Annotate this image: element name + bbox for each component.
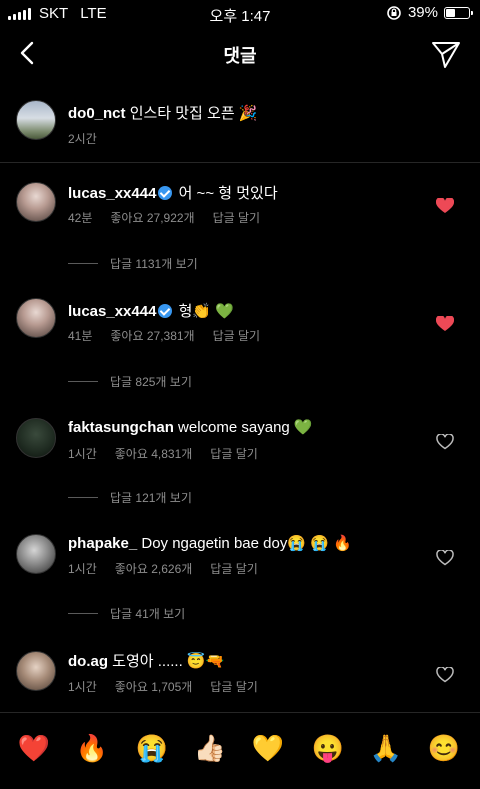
comment-item: lucas_xx444 어 ~~ 형 멋있다 42분 좋아요 27,922개 답… — [0, 162, 480, 280]
heart-filled-icon[interactable] — [436, 316, 454, 332]
status-bar: SKT LTE 오후 1:47 39% — [0, 0, 480, 28]
red-heart-emoji-button[interactable]: ❤️ — [16, 733, 52, 764]
heart-filled-icon[interactable] — [436, 198, 454, 214]
reply-button[interactable]: 답글 달기 — [210, 678, 258, 695]
comment-time: 1시간 — [68, 680, 97, 694]
reply-button[interactable]: 답글 달기 — [213, 327, 261, 344]
comment-time: 41분 — [68, 329, 93, 343]
view-replies-label[interactable]: 답글 41개 보기 — [110, 605, 185, 622]
avatar[interactable] — [16, 651, 56, 691]
caption-username[interactable]: do0_nct — [68, 105, 126, 122]
view-replies-button[interactable]: 답글 1131개 보기 — [68, 255, 198, 272]
comment-username[interactable]: faktasungchan — [68, 419, 174, 436]
avatar[interactable] — [16, 418, 56, 458]
crying-emoji-button[interactable]: 😭 — [134, 733, 170, 764]
comment-username[interactable]: phapake_ — [68, 535, 137, 552]
divider — [68, 613, 98, 614]
comment-text: Doy ngagetin bae doy😭 😭 🔥 — [141, 535, 352, 552]
caption-text: do0_nct 인스타 맛집 오픈 🎉 — [68, 102, 257, 123]
praying-hands-emoji-button[interactable]: 🙏 — [368, 733, 404, 764]
comment-text: 어 ~~ 형 멋있다 — [178, 185, 278, 202]
thumbs-up-emoji-button[interactable]: 👍🏻 — [192, 733, 228, 764]
comment-item: faktasungchan welcome sayang 💚 1시간 좋아요 4… — [0, 398, 480, 516]
comment-item: do.ag 도영아 ...... 😇🔫 1시간 좋아요 1,705개 답글 달기 — [0, 634, 480, 712]
avatar[interactable] — [16, 534, 56, 574]
comment-username[interactable]: do.ag — [68, 653, 108, 670]
heart-outline-icon[interactable] — [436, 434, 454, 450]
battery-percent: 39% — [407, 4, 438, 21]
tongue-emoji-button[interactable]: 😛 — [310, 733, 346, 764]
fire-emoji-button[interactable]: 🔥 — [74, 733, 110, 764]
avatar[interactable] — [16, 298, 56, 338]
like-count[interactable]: 좋아요 4,831개 — [115, 445, 193, 462]
comment-text: 형👏 💚 — [178, 303, 234, 320]
reply-button[interactable]: 답글 달기 — [210, 445, 258, 462]
comment-text: welcome sayang 💚 — [178, 419, 313, 436]
like-count[interactable]: 좋아요 27,922개 — [110, 209, 194, 226]
comment-time: 1시간 — [68, 562, 97, 576]
post-caption: do0_nct 인스타 맛집 오픈 🎉 2시간 — [0, 82, 480, 163]
reply-button[interactable]: 답글 달기 — [210, 560, 258, 577]
smiling-emoji-button[interactable]: 😊 — [426, 733, 462, 764]
header: 댓글 — [0, 28, 480, 80]
divider — [68, 263, 98, 264]
heart-outline-icon[interactable] — [436, 550, 454, 566]
comment-time: 1시간 — [68, 447, 97, 461]
divider — [68, 497, 98, 498]
comment-item: lucas_xx444 형👏 💚 41분 좋아요 27,381개 답글 달기 답… — [0, 280, 480, 398]
avatar[interactable] — [16, 182, 56, 222]
comment-item: phapake_ Doy ngagetin bae doy😭 😭 🔥 1시간 좋… — [0, 516, 480, 634]
battery-icon — [444, 6, 473, 19]
comment-username[interactable]: lucas_xx444 — [68, 185, 156, 202]
caption-body: 인스타 맛집 오픈 🎉 — [129, 105, 258, 122]
rotation-lock-icon — [387, 5, 401, 20]
verified-badge-icon — [158, 186, 173, 200]
caption-time: 2시간 — [68, 132, 97, 146]
view-replies-button[interactable]: 답글 121개 보기 — [68, 489, 192, 506]
divider — [68, 381, 98, 382]
comment-time: 42분 — [68, 211, 93, 225]
view-replies-button[interactable]: 답글 825개 보기 — [68, 373, 192, 390]
like-count[interactable]: 좋아요 2,626개 — [115, 560, 193, 577]
avatar[interactable] — [16, 100, 56, 140]
yellow-heart-emoji-button[interactable]: 💛 — [250, 733, 286, 764]
verified-badge-icon — [158, 304, 173, 318]
comment-text: 도영아 ...... 😇🔫 — [112, 653, 225, 670]
view-replies-label[interactable]: 답글 825개 보기 — [110, 373, 192, 390]
view-replies-label[interactable]: 답글 1131개 보기 — [110, 255, 198, 272]
view-replies-button[interactable]: 답글 41개 보기 — [68, 605, 185, 622]
reply-button[interactable]: 답글 달기 — [213, 209, 261, 226]
view-replies-label[interactable]: 답글 121개 보기 — [110, 489, 192, 506]
comment-username[interactable]: lucas_xx444 — [68, 303, 156, 320]
heart-outline-icon[interactable] — [436, 667, 454, 683]
page-title: 댓글 — [223, 46, 257, 66]
paper-plane-icon[interactable] — [430, 38, 462, 70]
like-count[interactable]: 좋아요 27,381개 — [110, 327, 194, 344]
quick-reaction-bar: ❤️ 🔥 😭 👍🏻 💛 😛 🙏 😊 — [0, 712, 480, 789]
like-count[interactable]: 좋아요 1,705개 — [115, 678, 193, 695]
caption-meta: 2시간 — [68, 130, 97, 147]
